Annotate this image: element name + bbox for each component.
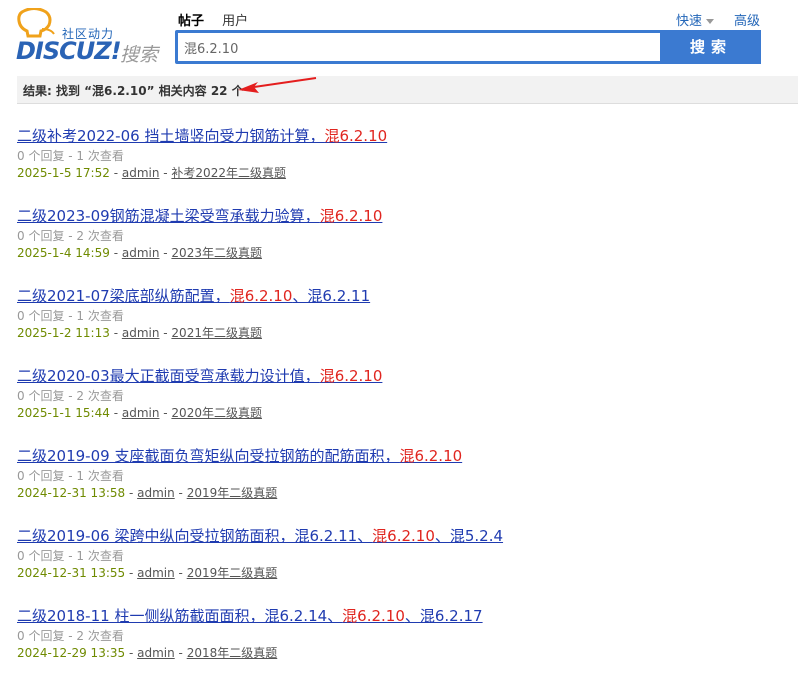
search-button[interactable]: 搜索 xyxy=(661,30,761,64)
advanced-search-link[interactable]: 高级 xyxy=(734,10,760,29)
result-title-link[interactable]: 二级2019-06 梁跨中纵向受拉钢筋面积，混6.2.11、混6.2.10、混5… xyxy=(17,526,792,546)
header: 社区动力 DISCUZ! 搜索 帖子 用户 快速 高级 搜索 xyxy=(0,0,798,70)
title-text: 二级2018-11 柱一侧纵筋截面面积，混6.2.14、 xyxy=(17,607,343,625)
discuz-logo[interactable]: 社区动力 DISCUZ! 搜索 xyxy=(16,8,161,66)
result-meta: 2024-12-29 13:35 - admin - 2018年二级真题 xyxy=(17,646,278,660)
forum-link[interactable]: 2020年二级真题 xyxy=(171,406,262,420)
title-text: 二级补考2022-06 挡土墙竖向受力钢筋计算， xyxy=(17,127,325,145)
result-date: 2024-12-31 13:55 xyxy=(17,566,126,580)
list-item: 二级2021-07梁底部纵筋配置，混6.2.10、混6.2.11 0 个回复 - … xyxy=(17,286,792,366)
list-item: 二级补考2022-06 挡土墙竖向受力钢筋计算，混6.2.10 0 个回复 - 1… xyxy=(17,126,792,206)
result-title-link[interactable]: 二级2021-07梁底部纵筋配置，混6.2.10、混6.2.11 xyxy=(17,286,792,306)
quick-search-label: 快速 xyxy=(676,14,703,29)
list-item: 二级2018-11 柱一侧纵筋截面面积，混6.2.14、混6.2.10、混6.2… xyxy=(17,606,792,686)
author-link[interactable]: admin xyxy=(137,646,175,660)
result-stats: 0 个回复 - 1 次查看 xyxy=(17,149,124,163)
forum-link[interactable]: 2021年二级真题 xyxy=(171,326,262,340)
forum-link[interactable]: 2019年二级真题 xyxy=(187,486,278,500)
title-text: 、混6.2.17 xyxy=(404,607,483,625)
summary-suffix: ” 相关内容 22 个 xyxy=(146,84,244,98)
result-title-link[interactable]: 二级补考2022-06 挡土墙竖向受力钢筋计算，混6.2.10 xyxy=(17,126,792,146)
result-date: 2025-1-1 15:44 xyxy=(17,406,110,420)
forum-link[interactable]: 2019年二级真题 xyxy=(187,566,278,580)
highlight-keyword: 混6.2.10 xyxy=(319,367,383,385)
forum-link[interactable]: 2023年二级真题 xyxy=(171,246,262,260)
author-link[interactable]: admin xyxy=(122,406,160,420)
title-text: 二级2019-06 梁跨中纵向受拉钢筋面积，混6.2.11、 xyxy=(17,527,373,545)
title-text: 二级2021-07梁底部纵筋配置， xyxy=(17,287,230,305)
result-stats: 0 个回复 - 1 次查看 xyxy=(17,469,124,483)
highlight-keyword: 混6.2.10 xyxy=(324,127,388,145)
logo-brand: DISCUZ! xyxy=(16,37,122,65)
title-text: 二级2023-09钢筋混凝土梁受弯承载力验算， xyxy=(17,207,320,225)
search-type-tabs: 帖子 用户 xyxy=(178,10,262,29)
title-text: 、混5.2.4 xyxy=(434,527,504,545)
search-input[interactable] xyxy=(178,33,660,61)
result-stats: 0 个回复 - 2 次查看 xyxy=(17,389,124,403)
list-item: 二级2023-09钢筋混凝土梁受弯承载力验算，混6.2.10 0 个回复 - 2 … xyxy=(17,206,792,286)
result-meta: 2024-12-31 13:55 - admin - 2019年二级真题 xyxy=(17,566,278,580)
chevron-down-icon xyxy=(706,19,715,24)
list-item: 二级2019-09 支座截面负弯矩纵向受拉钢筋的配筋面积，混6.2.10 0 个回… xyxy=(17,446,792,526)
result-meta: 2025-1-1 15:44 - admin - 2020年二级真题 xyxy=(17,406,262,420)
result-date: 2024-12-31 13:58 xyxy=(17,486,126,500)
title-text: 、混6.2.11 xyxy=(292,287,371,305)
title-text: 二级2019-09 支座截面负弯矩纵向受拉钢筋的配筋面积， xyxy=(17,447,400,465)
result-stats: 0 个回复 - 1 次查看 xyxy=(17,309,124,323)
result-meta: 2024-12-31 13:58 - admin - 2019年二级真题 xyxy=(17,486,278,500)
result-title-link[interactable]: 二级2019-09 支座截面负弯矩纵向受拉钢筋的配筋面积，混6.2.10 xyxy=(17,446,792,466)
search-box: 搜索 xyxy=(175,30,761,64)
forum-link[interactable]: 2018年二级真题 xyxy=(187,646,278,660)
author-link[interactable]: admin xyxy=(137,566,175,580)
quick-search-dropdown[interactable]: 快速 xyxy=(676,10,715,29)
title-text: 二级2020-03最大正截面受弯承载力设计值， xyxy=(17,367,320,385)
red-arrow-icon xyxy=(238,77,317,93)
result-title-link[interactable]: 二级2020-03最大正截面受弯承载力设计值，混6.2.10 xyxy=(17,366,792,386)
result-title-link[interactable]: 二级2018-11 柱一侧纵筋截面面积，混6.2.14、混6.2.10、混6.2… xyxy=(17,606,792,626)
highlight-keyword: 混6.2.10 xyxy=(319,207,383,225)
tab-users[interactable]: 用户 xyxy=(222,14,248,29)
author-link[interactable]: admin xyxy=(122,166,160,180)
highlight-keyword: 混6.2.10 xyxy=(399,447,463,465)
result-date: 2025-1-2 11:13 xyxy=(17,326,110,340)
result-meta: 2025-1-2 11:13 - admin - 2021年二级真题 xyxy=(17,326,262,340)
result-meta: 2025-1-5 17:52 - admin - 补考2022年二级真题 xyxy=(17,166,286,180)
summary-keyword: 混6.2.10 xyxy=(92,84,147,98)
result-date: 2025-1-4 14:59 xyxy=(17,246,110,260)
result-stats: 0 个回复 - 2 次查看 xyxy=(17,629,124,643)
list-item: 二级2019-06 梁跨中纵向受拉钢筋面积，混6.2.11、混6.2.10、混5… xyxy=(17,526,792,606)
tab-posts[interactable]: 帖子 xyxy=(178,14,204,29)
logo-brand-sub: 搜索 xyxy=(120,44,159,66)
result-title-link[interactable]: 二级2023-09钢筋混凝土梁受弯承载力验算，混6.2.10 xyxy=(17,206,792,226)
list-item: 二级2020-03最大正截面受弯承载力设计值，混6.2.10 0 个回复 - 2 … xyxy=(17,366,792,446)
search-results-list: 二级补考2022-06 挡土墙竖向受力钢筋计算，混6.2.10 0 个回复 - 1… xyxy=(17,126,792,686)
author-link[interactable]: admin xyxy=(122,246,160,260)
highlight-keyword: 混6.2.10 xyxy=(229,287,293,305)
result-stats: 0 个回复 - 2 次查看 xyxy=(17,229,124,243)
forum-link[interactable]: 补考2022年二级真题 xyxy=(171,166,286,180)
author-link[interactable]: admin xyxy=(137,486,175,500)
author-link[interactable]: admin xyxy=(122,326,160,340)
lightbulb-icon xyxy=(17,8,55,38)
result-summary-bar: 结果: 找到 “混6.2.10” 相关内容 22 个 xyxy=(17,76,798,104)
result-summary: 结果: 找到 “混6.2.10” 相关内容 22 个 xyxy=(23,82,244,99)
result-stats: 0 个回复 - 1 次查看 xyxy=(17,549,124,563)
result-date: 2025-1-5 17:52 xyxy=(17,166,110,180)
highlight-keyword: 混6.2.10 xyxy=(342,607,405,625)
highlight-keyword: 混6.2.10 xyxy=(372,527,435,545)
result-date: 2024-12-29 13:35 xyxy=(17,646,126,660)
summary-prefix: 结果: 找到 “ xyxy=(23,84,93,98)
result-meta: 2025-1-4 14:59 - admin - 2023年二级真题 xyxy=(17,246,262,260)
